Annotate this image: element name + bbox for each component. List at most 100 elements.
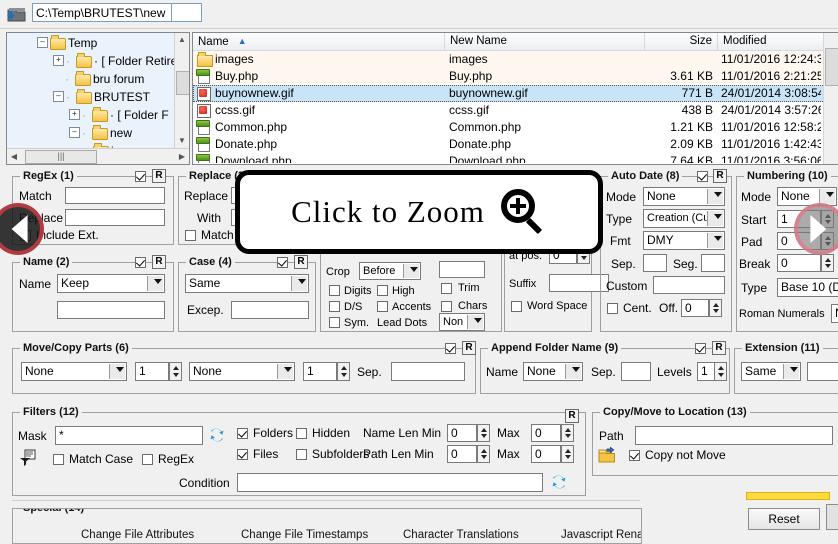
chevron-down-icon[interactable] — [277, 364, 293, 379]
file-list-vertical-scrollbar[interactable] — [823, 33, 838, 164]
movecopy-second-count-spinner[interactable] — [337, 362, 350, 381]
scroll-up-icon[interactable]: ▲ — [175, 33, 189, 47]
numbering-roman-select[interactable]: N — [831, 304, 838, 323]
remove-accents-checkbox[interactable] — [377, 301, 388, 312]
name-mode-select[interactable]: Keep — [57, 274, 165, 293]
movecopy-reset-button[interactable]: R — [462, 341, 476, 355]
copymove-copy-not-move-checkbox[interactable] — [629, 450, 640, 461]
extension-text-input[interactable] — [807, 362, 838, 381]
scroll-down-icon[interactable]: ▼ — [175, 134, 189, 148]
remove-crop-select[interactable]: Before — [359, 262, 421, 280]
table-row[interactable]: Buy.php Buy.php 3.61 KB 11/01/2016 2:21:… — [193, 68, 838, 85]
scroll-left-icon[interactable]: ◀ — [7, 149, 21, 164]
movecopy-first-select[interactable]: None — [21, 362, 127, 381]
special-item-character-translations[interactable]: Character Translations — [403, 529, 519, 541]
filters-path-len-min-spinner[interactable] — [477, 445, 490, 463]
autodate-off-spinner[interactable] — [709, 299, 722, 317]
folder-tree[interactable]: – Temp + · · [ Folder Retire · bru forum – · B… — [6, 32, 190, 165]
tree-expander-icon[interactable]: – — [53, 91, 64, 103]
special-item-change-file-timestamps[interactable]: Change File Timestamps — [241, 529, 368, 541]
case-reset-button[interactable]: R — [294, 255, 308, 269]
folder-up-icon[interactable] — [6, 4, 28, 24]
autodate-cent-checkbox[interactable] — [607, 303, 618, 314]
regex-match-input[interactable] — [65, 187, 165, 204]
tree-node[interactable]: – · BRUTEST — [7, 87, 175, 105]
tree-expander-icon[interactable]: + — [53, 55, 64, 67]
filters-folders-checkbox[interactable] — [237, 428, 248, 439]
autodate-off-input[interactable]: 0 — [681, 299, 709, 317]
refresh-icon[interactable] — [209, 427, 225, 443]
autodate-seg-input[interactable] — [701, 254, 725, 272]
table-row[interactable]: Common.php Common.php 1.21 KB 11/01/2016… — [193, 119, 838, 136]
numbering-break-spinner[interactable] — [821, 254, 834, 272]
table-row[interactable]: Donate.php Donate.php 2.09 KB 11/01/2016… — [193, 136, 838, 153]
movecopy-second-select[interactable]: None — [189, 362, 295, 381]
autodate-custom-input[interactable] — [653, 276, 725, 294]
case-mode-select[interactable]: Same — [185, 274, 309, 293]
autodate-mode-select[interactable]: None — [643, 187, 725, 206]
filters-reset-button[interactable]: R — [565, 409, 579, 423]
tree-node[interactable]: + · · [ Folder F — [7, 105, 175, 123]
chevron-down-icon[interactable] — [707, 189, 723, 204]
refresh-icon[interactable] — [551, 474, 567, 490]
tree-node[interactable]: + · · [ Folder Retire — [7, 51, 175, 69]
special-item-change-file-attributes[interactable]: Change File Attributes — [81, 529, 194, 541]
filters-regex-checkbox[interactable] — [142, 454, 153, 465]
path-input[interactable]: C:\Temp\BRUTEST\new — [32, 3, 172, 22]
tree-node[interactable]: · bru forum — [7, 69, 175, 87]
chevron-down-icon[interactable] — [707, 233, 723, 248]
remove-rchars-checkbox[interactable] — [441, 301, 452, 312]
chevron-down-icon[interactable] — [403, 264, 419, 278]
filters-subfolders-checkbox[interactable] — [296, 449, 307, 460]
remove-sym-checkbox[interactable] — [329, 317, 340, 328]
case-enable-checkbox[interactable] — [277, 257, 288, 268]
filters-condition-input[interactable] — [237, 473, 543, 492]
folder-browse-icon[interactable] — [598, 446, 618, 465]
movecopy-enable-checkbox[interactable] — [445, 343, 456, 354]
case-excep-input[interactable] — [231, 301, 309, 319]
scroll-thumb[interactable] — [176, 71, 189, 95]
regex-enable-checkbox[interactable] — [135, 171, 146, 182]
column-header-size[interactable]: Size — [645, 33, 718, 50]
reset-button[interactable]: Reset — [748, 508, 820, 530]
next-image-button[interactable] — [794, 203, 838, 255]
filters-match-case-checkbox[interactable] — [53, 454, 64, 465]
copymove-path-input[interactable] — [635, 426, 833, 445]
tree-horizontal-scrollbar[interactable]: ◀ ||| ▶ — [7, 148, 189, 164]
numbering-type-select[interactable]: Base 10 (Deci — [777, 278, 838, 297]
chevron-down-icon[interactable] — [147, 276, 163, 291]
numbering-break-input[interactable]: 0 — [777, 254, 821, 272]
table-row[interactable]: Download.php Download.php 7.64 KB 11/01/… — [193, 153, 838, 163]
remove-crop-text[interactable] — [439, 261, 485, 278]
movecopy-first-count-input[interactable]: 1 — [135, 362, 169, 381]
table-row[interactable]: buynownew.gif buynownew.gif 771 B 24/01/… — [193, 85, 838, 102]
remove-digits-checkbox[interactable] — [329, 285, 340, 296]
appendfolder-name-select[interactable]: None — [523, 362, 583, 381]
filters-path-len-max-spinner[interactable] — [561, 445, 574, 463]
filters-files-checkbox[interactable] — [237, 449, 248, 460]
remove-trim-checkbox[interactable] — [441, 283, 452, 294]
remove-ds-checkbox[interactable] — [329, 301, 340, 312]
numbering-mode-select[interactable]: None — [777, 187, 837, 206]
column-header-name[interactable]: Name ▲ — [193, 33, 445, 50]
autodate-sep-input[interactable] — [643, 254, 667, 272]
appendfolder-sep-input[interactable] — [621, 362, 651, 381]
autodate-enable-checkbox[interactable] — [697, 171, 708, 182]
appendfolder-reset-button[interactable]: R — [712, 341, 726, 355]
movecopy-sep-input[interactable] — [391, 362, 465, 381]
appendfolder-enable-checkbox[interactable] — [695, 343, 706, 354]
movecopy-second-count-input[interactable]: 1 — [303, 362, 337, 381]
scroll-thumb-right[interactable] — [826, 504, 838, 530]
tree-expander-icon[interactable]: – — [37, 37, 48, 49]
extension-mode-select[interactable]: Same — [741, 362, 801, 381]
filters-name-len-max-input[interactable]: 0 — [531, 424, 561, 442]
filters-name-len-min-spinner[interactable] — [477, 424, 490, 442]
tree-expander-icon[interactable]: + — [69, 109, 80, 121]
filters-mask-input[interactable]: * — [55, 426, 203, 445]
table-row[interactable]: images images 11/01/2016 12:24:35 P — [193, 51, 838, 68]
filters-hidden-checkbox[interactable] — [296, 428, 307, 439]
click-to-zoom-overlay[interactable]: Click to Zoom — [235, 170, 603, 254]
scroll-right-icon[interactable]: ▶ — [175, 149, 189, 164]
regex-replace-input[interactable] — [65, 209, 165, 226]
replace-match-case-checkbox[interactable] — [185, 230, 196, 241]
